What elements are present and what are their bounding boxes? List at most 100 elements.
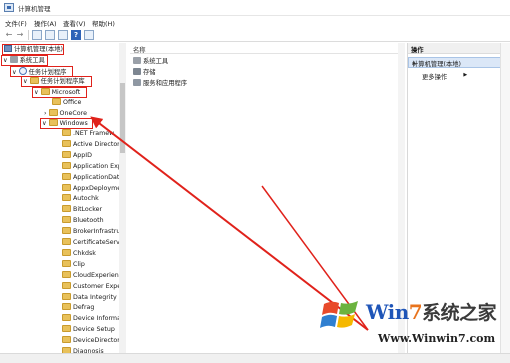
folder-icon <box>62 314 71 322</box>
watermark-brand: Win7系统之家 <box>366 298 497 325</box>
tree-item-windows-child[interactable]: Application Exp <box>62 161 122 172</box>
show-tree-icon[interactable] <box>32 30 42 40</box>
actions-header: 操作 <box>408 43 501 54</box>
tree-label: BitLocker <box>73 206 103 214</box>
tree-label: Chkdsk <box>73 249 96 257</box>
tree-item-windows-child[interactable]: Bluetooth <box>62 216 104 226</box>
folder-icon <box>62 292 71 300</box>
menu-action[interactable]: 操作(A) <box>34 18 57 28</box>
folder-icon <box>62 259 71 267</box>
folder-icon <box>62 227 71 235</box>
folder-icon <box>62 270 71 278</box>
tree-item-windows-child[interactable]: CloudExperienc <box>62 270 123 281</box>
chevron-right-icon[interactable]: › <box>44 110 47 117</box>
folder-icon <box>62 183 71 191</box>
tree-label: .NET Framew <box>73 130 115 137</box>
tree-label: OneCore <box>59 110 87 117</box>
folder-icon <box>62 172 71 180</box>
list-item-label: 存储 <box>143 69 156 76</box>
list-item-label: 服务和应用程序 <box>143 80 188 87</box>
tree-label: Defrag <box>73 304 95 312</box>
highlight-windows <box>40 118 93 129</box>
forward-arrow-icon[interactable]: → <box>15 30 25 40</box>
tree-item-windows-child[interactable]: BrokerInfrastru <box>62 227 120 237</box>
folder-icon <box>62 336 71 344</box>
tree-item-windows-child[interactable]: Data Integrity S <box>62 292 123 303</box>
brand-seven: 7 <box>408 300 423 324</box>
list-item-label: 系统工具 <box>143 58 169 65</box>
tree-label: Customer Expe <box>73 282 122 290</box>
navigation-tree: 计算机管理(本地) ∨ 系统工具 ∨ 任务计划程序 ∨ 任务计划程序库 ∨ Mi… <box>0 43 126 353</box>
tree-item-office[interactable]: Office <box>52 98 81 108</box>
actions-header-label: 操作 <box>411 47 424 54</box>
tree-label: Clip <box>73 260 85 268</box>
folder-icon <box>62 238 71 245</box>
export-list-icon[interactable] <box>58 30 68 40</box>
list-item[interactable]: 系统工具 <box>133 57 168 67</box>
tree-label: Device Setup <box>73 326 115 334</box>
tree-label: DeviceDirectory <box>73 337 124 345</box>
folder-icon <box>62 303 71 311</box>
tree-item-windows-child[interactable]: CertificateServi <box>62 238 122 248</box>
column-header-name[interactable]: 名称 <box>130 43 405 54</box>
more-actions-item[interactable]: 更多操作 ▶ <box>422 72 467 81</box>
folder-icon <box>62 248 71 256</box>
tree-item-windows-child[interactable]: Defrag <box>62 303 94 313</box>
collapse-up-icon[interactable]: ▲ <box>412 60 497 66</box>
highlight-task-library <box>21 76 92 87</box>
title-bar: 计算机管理 <box>0 0 510 16</box>
tree-item-windows-child[interactable]: Clip <box>62 259 85 270</box>
folder-icon <box>62 325 71 333</box>
menu-view[interactable]: 查看(V) <box>63 18 86 28</box>
tree-label: Application Exp <box>73 162 122 170</box>
tree-item-windows-child[interactable]: AppID <box>62 150 92 161</box>
tree-item-windows-child[interactable]: Active Directory <box>62 139 124 150</box>
help-icon[interactable]: ? <box>71 30 81 40</box>
window-title: 计算机管理 <box>18 5 51 13</box>
tools-icon <box>133 57 141 64</box>
tree-item-windows-child[interactable]: Autochk <box>62 194 99 204</box>
properties-icon[interactable] <box>45 30 55 40</box>
tree-label: ApplicationData <box>73 173 124 181</box>
folder-icon <box>62 216 71 224</box>
folder-icon <box>62 194 71 202</box>
tree-item-windows-child[interactable]: Device Informa <box>62 314 121 324</box>
tree-item-windows-child[interactable]: AppxDeployme <box>62 183 122 194</box>
back-arrow-icon[interactable]: ← <box>4 30 14 40</box>
tree-item-windows-child[interactable]: Chkdsk <box>62 248 96 259</box>
actions-section-computer-management[interactable]: 计算机管理(本地) ▲ <box>408 57 501 68</box>
list-item[interactable]: 存储 <box>133 68 156 78</box>
tree-item-windows-child[interactable]: .NET Framew <box>62 129 114 139</box>
tree-scrollbar-thumb[interactable] <box>120 83 125 153</box>
watermark: Win7系统之家 Www.Winwin7.com <box>318 292 508 360</box>
tree-label: Autochk <box>73 195 99 203</box>
column-header-label: 名称 <box>133 47 146 54</box>
tree-item-windows-child[interactable]: Customer Expe <box>62 281 122 292</box>
tree-label: Bluetooth <box>73 217 104 225</box>
folder-icon <box>48 109 58 116</box>
tree-item-windows-child[interactable]: DeviceDirectory <box>62 336 124 346</box>
services-icon <box>133 79 141 86</box>
folder-icon <box>62 281 71 289</box>
tree-item-windows-child[interactable]: ApplicationData <box>62 172 124 183</box>
tree-label: BrokerInfrastru <box>73 228 121 236</box>
folder-icon <box>62 139 71 147</box>
highlight-system-tools <box>1 55 48 66</box>
tree-item-windows-child[interactable]: Device Setup <box>62 325 115 335</box>
tree-label: CloudExperienc <box>73 271 123 279</box>
menu-bar: 文件(F) 操作(A) 查看(V) 帮助(H) <box>0 16 510 28</box>
highlight-microsoft <box>32 87 87 98</box>
folder-icon <box>62 150 71 158</box>
menu-file[interactable]: 文件(F) <box>5 18 27 28</box>
tree-label: Active Directory <box>73 140 124 148</box>
tree-label: Device Informa <box>73 315 121 323</box>
tree-scrollbar[interactable] <box>119 43 126 353</box>
list-item[interactable]: 服务和应用程序 <box>133 79 187 89</box>
folder-icon <box>52 98 61 105</box>
menu-help[interactable]: 帮助(H) <box>92 18 115 28</box>
toolbar-separator <box>28 30 29 40</box>
tree-item-windows-child[interactable]: BitLocker <box>62 205 102 215</box>
toolbar: ← → ? <box>0 28 510 42</box>
tree-label: AppxDeployme <box>73 184 122 192</box>
show-action-pane-icon[interactable] <box>84 30 94 40</box>
